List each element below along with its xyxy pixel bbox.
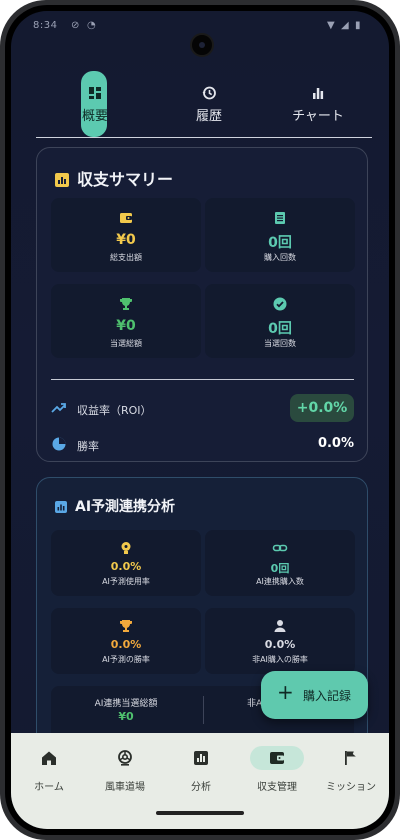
summary-label: 購入回数 <box>264 253 296 262</box>
trending-up-icon <box>51 403 66 413</box>
ai-tile-win-rate: 0.0% AI予測の勝率 <box>51 608 201 674</box>
wallet-icon <box>120 213 132 223</box>
summary-label: 当選回数 <box>264 339 296 348</box>
tab-chart[interactable]: チャート <box>264 71 372 137</box>
summary-tile-total-spent: ¥0 総支出額 <box>51 198 201 272</box>
summary-value: 0回 <box>268 235 292 251</box>
add-purchase-label: 購入記録 <box>303 689 352 703</box>
bar-chart-icon <box>313 88 324 99</box>
win-rate-label: 勝率 <box>77 440 99 453</box>
bottom-navigation: ホーム 風車道場 分析 収支管理 ミッション <box>11 733 389 829</box>
nav-finance[interactable]: 収支管理 <box>239 733 315 803</box>
win-rate-value: 0.0% <box>317 436 354 451</box>
summary-label: 総支出額 <box>110 253 142 262</box>
summary-tile-win-count: 0回 当選回数 <box>205 284 355 358</box>
nav-analytics[interactable]: 分析 <box>163 733 239 803</box>
phone-bezel: 8:34 ⊘ ◔ ▼ ◢ ▮ 概要 履歴 チャート 収支サマリー ¥0 総支出額… <box>5 5 395 835</box>
person-icon <box>274 620 286 632</box>
plus-icon: + <box>277 680 294 704</box>
ai-total-won-label: AI連携当選総額 <box>94 699 158 709</box>
ai-title: AI予測連携分析 <box>55 496 175 516</box>
pie-chart-icon <box>52 437 66 451</box>
dnd-icon: ⊘ <box>71 20 80 31</box>
app-screen: 8:34 ⊘ ◔ ▼ ◢ ▮ 概要 履歴 チャート 収支サマリー ¥0 総支出額… <box>11 11 389 829</box>
analytics-icon <box>194 751 208 765</box>
front-camera <box>190 33 214 57</box>
roi-row: 収益率（ROI） +0.0% <box>51 394 354 422</box>
tab-bar: 概要 履歴 チャート <box>36 71 372 138</box>
nav-label: 分析 <box>191 782 211 793</box>
ai-totals-divider <box>203 696 204 724</box>
wallet-icon <box>270 752 284 764</box>
nav-label: ミッション <box>326 782 376 793</box>
signal-icon: ◢ <box>341 20 349 31</box>
ai-total-won-value: ¥0 <box>118 710 134 723</box>
history-icon <box>202 86 216 100</box>
check-circle-icon <box>273 297 287 311</box>
flag-icon <box>345 751 356 765</box>
summary-label: 当選総額 <box>110 339 142 348</box>
receipt-icon <box>275 212 285 224</box>
summary-tile-total-won: ¥0 当選総額 <box>51 284 201 358</box>
ai-title-text: AI予測連携分析 <box>75 499 176 515</box>
dashboard-icon <box>89 87 101 99</box>
ai-label: 非AI購入の勝率 <box>252 655 308 664</box>
pinwheel-icon <box>118 750 132 766</box>
ai-label: AI予測の勝率 <box>102 655 150 664</box>
summary-value: ¥0 <box>116 232 136 248</box>
link-icon <box>272 544 288 552</box>
summary-title: 収支サマリー <box>55 166 173 190</box>
ai-tile-non-ai-win-rate: 0.0% 非AI購入の勝率 <box>205 608 355 674</box>
ai-value: 0.0% <box>264 638 296 651</box>
add-purchase-button[interactable]: + 購入記録 <box>261 671 368 719</box>
tab-history[interactable]: 履歴 <box>154 71 264 137</box>
ai-value: 0.0% <box>110 638 142 651</box>
tab-active-indicator <box>81 71 107 137</box>
summary-value: 0回 <box>268 321 292 337</box>
trophy-icon <box>120 298 132 310</box>
ai-tile-usage-rate: 0.0% AI予測使用率 <box>51 530 201 596</box>
tab-label: チャート <box>292 109 344 124</box>
nav-label: 風車道場 <box>105 782 145 793</box>
status-time: 8:34 <box>33 20 58 31</box>
roi-badge: +0.0% <box>290 394 354 422</box>
home-icon <box>42 751 56 765</box>
roi-label: 収益率（ROI） <box>77 404 152 417</box>
summary-divider <box>51 379 354 380</box>
ai-label: AI連携購入数 <box>256 577 304 586</box>
tab-overview[interactable]: 概要 <box>36 71 154 137</box>
ai-chart-icon <box>55 501 67 513</box>
tab-label: 概要 <box>81 109 108 124</box>
ai-value: 0.0% <box>110 560 142 573</box>
summary-chart-icon <box>55 173 69 187</box>
wifi-icon: ▼ <box>327 20 335 31</box>
battery-icon: ▮ <box>355 20 361 31</box>
ai-non-ai-total-label: 非A <box>247 699 263 709</box>
win-rate-row: 勝率 0.0% <box>51 430 354 458</box>
ai-label: AI予測使用率 <box>102 577 150 586</box>
nav-pinwheel-dojo[interactable]: 風車道場 <box>87 733 163 803</box>
sync-icon: ◔ <box>87 20 96 31</box>
home-indicator[interactable] <box>156 811 244 815</box>
lightbulb-icon <box>121 542 131 554</box>
nav-label: ホーム <box>34 782 64 793</box>
phone-frame: 8:34 ⊘ ◔ ▼ ◢ ▮ 概要 履歴 チャート 収支サマリー ¥0 総支出額… <box>0 0 400 840</box>
ai-tile-linked-purchases: 0回 AI連携購入数 <box>205 530 355 596</box>
nav-label: 収支管理 <box>257 782 297 793</box>
nav-missions[interactable]: ミッション <box>313 733 389 803</box>
summary-value: ¥0 <box>116 318 136 334</box>
trophy-icon <box>120 620 132 632</box>
nav-home[interactable]: ホーム <box>11 733 87 803</box>
tab-label: 履歴 <box>195 109 222 124</box>
ai-value: 0回 <box>270 562 290 575</box>
summary-card: 収支サマリー ¥0 総支出額 0回 購入回数 ¥0 当選総額 0回 当選回数 収… <box>36 147 368 462</box>
summary-title-text: 収支サマリー <box>77 170 174 189</box>
summary-tile-purchase-count: 0回 購入回数 <box>205 198 355 272</box>
